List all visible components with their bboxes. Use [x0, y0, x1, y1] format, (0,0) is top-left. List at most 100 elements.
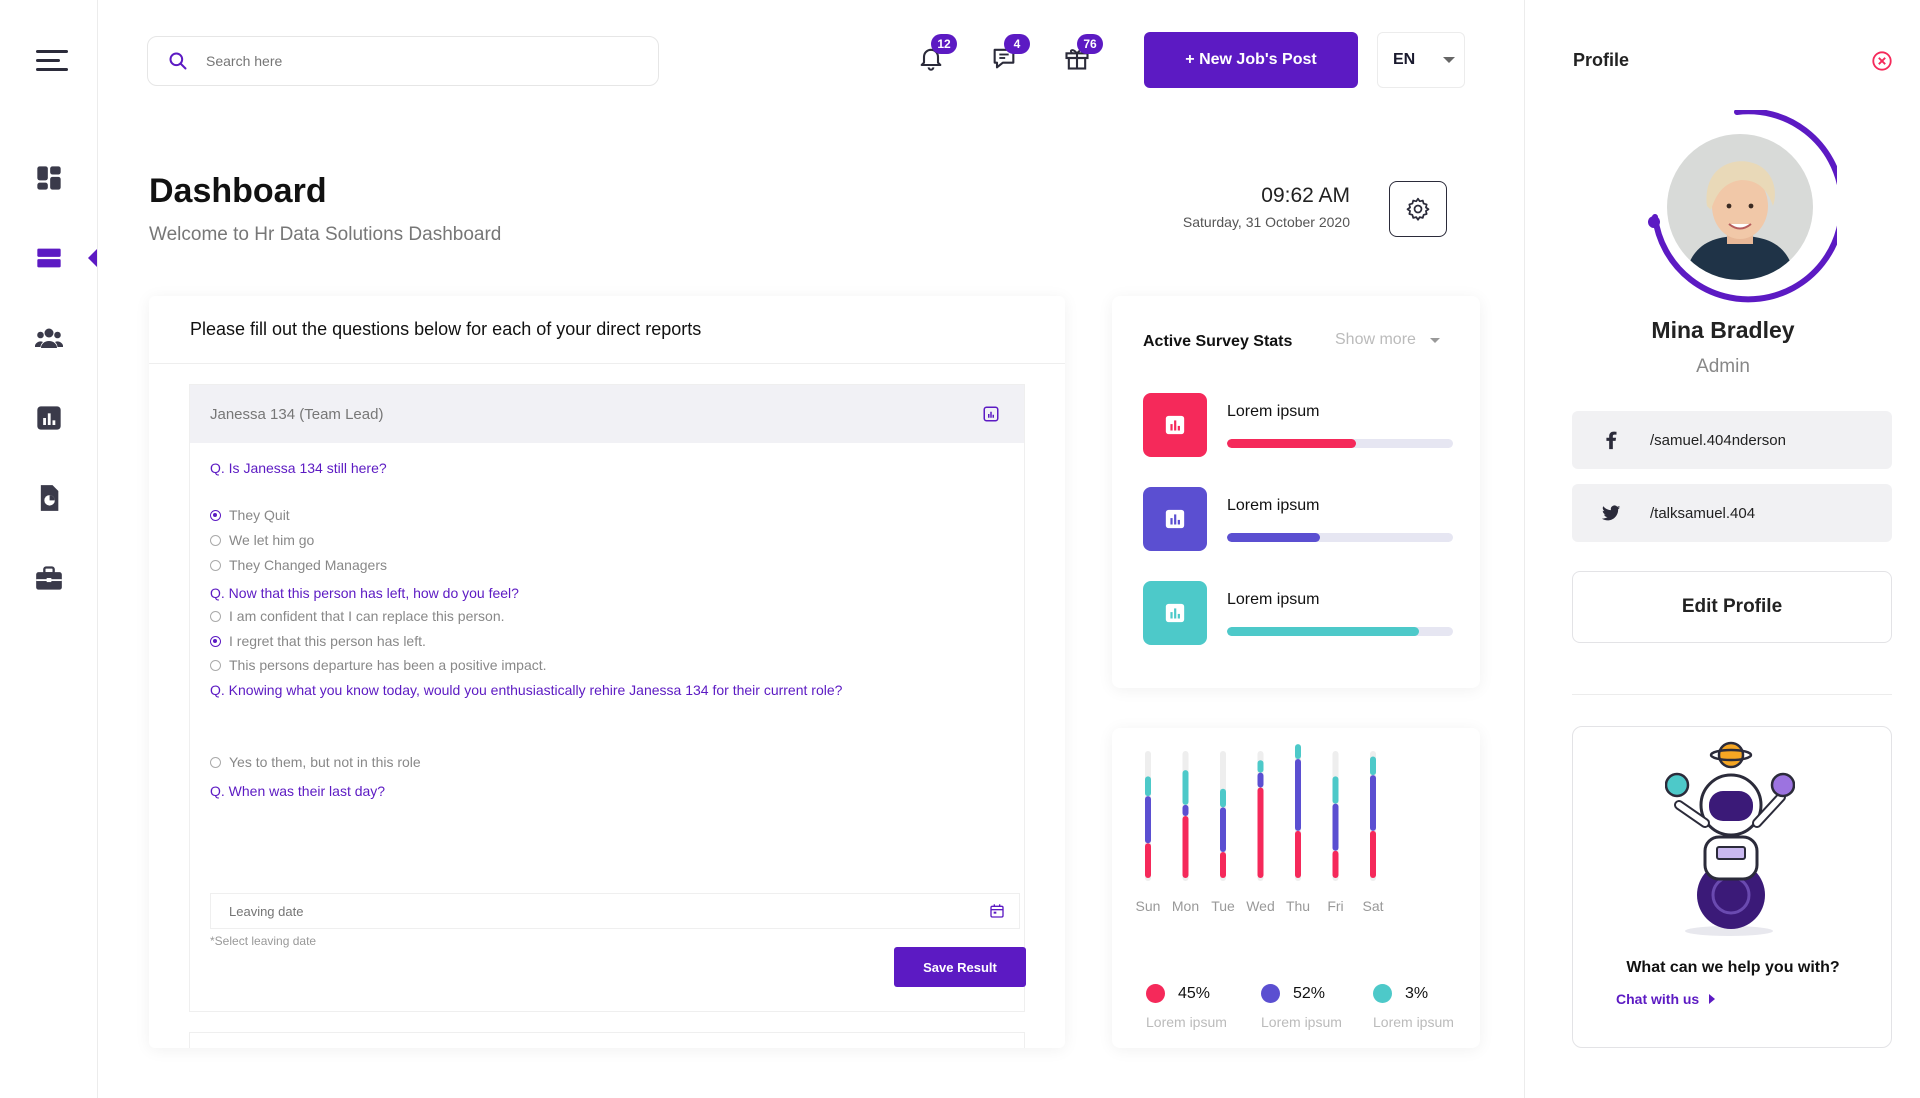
q2-option-3[interactable]: This persons departure has been a positi… [210, 657, 547, 673]
nav-users-icon[interactable] [34, 323, 64, 353]
legend-dot [1261, 984, 1280, 1003]
x-tick-label: Fri [1327, 898, 1343, 914]
gear-icon [1406, 197, 1430, 221]
chevron-right-icon [1709, 994, 1716, 1004]
option-label: This persons departure has been a positi… [229, 657, 547, 673]
option-label: Yes to them, but not in this role [229, 754, 421, 770]
nav-briefcase-icon[interactable] [34, 563, 64, 593]
nav-list-icon[interactable] [34, 243, 64, 273]
app-root: 12 4 76 + New Job's Post EN Dashboard We… [0, 0, 1920, 1098]
leaving-date-input[interactable] [229, 903, 829, 919]
settings-button[interactable] [1389, 181, 1447, 237]
stat-chart-icon [1143, 487, 1207, 551]
legend-dot [1146, 984, 1165, 1003]
radio[interactable] [210, 756, 221, 768]
option-label: I am confident that I can replace this p… [229, 608, 505, 624]
legend-name: Lorem ipsum [1146, 1014, 1227, 1030]
profile-name: Mina Bradley [1651, 317, 1795, 343]
stat-progress-track [1227, 533, 1453, 542]
weekly-chart-card: Sun Mon Tue Wed Thu Fri Sat 45% Lorem ipsum 52… [1112, 728, 1480, 1048]
q2-option-1[interactable]: I am confident that I can replace this p… [210, 608, 505, 624]
search-input[interactable] [206, 53, 606, 69]
current-date: Saturday, 31 October 2020 [1182, 214, 1350, 230]
new-job-post-button[interactable]: + New Job's Post [1144, 32, 1358, 88]
chevron-down-icon [1443, 57, 1456, 63]
radio[interactable] [210, 610, 221, 622]
legend-percent: 45% [1178, 985, 1211, 1002]
nav-report-icon[interactable] [34, 483, 64, 513]
weekly-bar-chart: Sun Mon Tue Wed Thu Fri Sat [1136, 744, 1384, 914]
messages-button[interactable]: 4 [990, 34, 1030, 74]
legend-dot [1373, 984, 1392, 1003]
messages-badge: 4 [1004, 34, 1030, 54]
option-label: We let him go [229, 532, 315, 548]
legend-percent: 52% [1293, 985, 1326, 1002]
edit-profile-button[interactable]: Edit Profile [1572, 571, 1892, 643]
next-report-form [189, 1032, 1025, 1048]
stat-row-1: Lorem ipsum [1143, 393, 1453, 457]
left-sidebar [0, 0, 98, 1098]
twitter-link[interactable]: /talksamuel.404 [1572, 484, 1892, 542]
gifts-button[interactable]: 76 [1063, 34, 1103, 74]
question-1: Q. Is Janessa 134 still here? [210, 460, 387, 476]
divider [1572, 694, 1892, 695]
q1-option-1[interactable]: They Quit [210, 507, 290, 523]
language-select[interactable]: EN [1377, 32, 1465, 88]
q1-option-2[interactable]: We let him go [210, 532, 314, 548]
stat-chart-icon [1143, 393, 1207, 457]
radio[interactable] [210, 659, 221, 671]
q3-option-1[interactable]: Yes to them, but not in this role [210, 754, 421, 770]
chart-icon[interactable] [982, 405, 1000, 423]
chat-link-label: Chat with us [1616, 991, 1700, 1007]
radio[interactable] [210, 534, 221, 546]
twitter-icon [1601, 505, 1621, 521]
chat-with-us-link[interactable]: Chat with us [1616, 991, 1716, 1007]
save-result-button[interactable]: Save Result [894, 947, 1026, 987]
employee-name: Janessa 134 (Team Lead) [210, 405, 384, 423]
option-label: They Changed Managers [229, 557, 387, 573]
survey-form: Janessa 134 (Team Lead) Q. Is Janessa 13… [189, 384, 1026, 1012]
profile-role: Admin [1696, 356, 1750, 377]
avatar [1667, 134, 1813, 280]
page-title: Dashboard [149, 172, 327, 210]
facebook-link[interactable]: /samuel.404nderson [1572, 411, 1892, 469]
show-more-dropdown[interactable]: Show more [1335, 331, 1440, 349]
employee-bar: Janessa 134 (Team Lead) [190, 385, 1024, 443]
radio-checked[interactable] [210, 635, 221, 647]
survey-stats-card: Active Survey Stats Show more Lorem ipsu… [1112, 296, 1480, 688]
language-value: EN [1393, 51, 1416, 68]
notifications-button[interactable]: 12 [917, 34, 957, 74]
survey-heading: Please fill out the questions below for … [149, 296, 1065, 364]
search-bar[interactable] [147, 36, 659, 86]
radio[interactable] [210, 559, 221, 571]
stat-progress-track [1227, 627, 1453, 636]
question-2: Q. Now that this person has left, how do… [210, 585, 519, 601]
question-4: Q. When was their last day? [210, 783, 386, 799]
stat-progress-fill [1227, 439, 1356, 448]
calendar-icon[interactable] [989, 903, 1005, 919]
show-more-label: Show more [1335, 331, 1416, 348]
menu-toggle-icon[interactable] [36, 50, 68, 72]
stat-label: Lorem ipsum [1227, 591, 1320, 608]
stat-label: Lorem ipsum [1227, 497, 1320, 514]
leaving-date-hint: *Select leaving date [210, 934, 317, 948]
twitter-handle: /talksamuel.404 [1650, 504, 1756, 522]
x-tick-label: Sun [1136, 898, 1161, 914]
avatar-progress-ring [1637, 108, 1846, 306]
nav-dashboard-icon[interactable] [34, 163, 64, 193]
x-tick-label: Sat [1362, 898, 1383, 914]
chevron-down-icon [1429, 337, 1440, 343]
q1-option-3[interactable]: They Changed Managers [210, 557, 387, 573]
x-tick-label: Mon [1172, 898, 1199, 914]
stat-row-2: Lorem ipsum [1143, 487, 1453, 551]
page-subtitle: Welcome to Hr Data Solutions Dashboard [149, 224, 502, 245]
gifts-badge: 76 [1077, 34, 1103, 54]
q2-option-2[interactable]: I regret that this person has left. [210, 633, 426, 649]
nav-bar-chart-icon[interactable] [34, 403, 64, 433]
radio-checked[interactable] [210, 509, 221, 521]
search-icon [169, 52, 187, 70]
x-tick-label: Thu [1286, 898, 1310, 914]
close-icon[interactable] [1871, 50, 1893, 72]
legend-name: Lorem ipsum [1373, 1014, 1454, 1030]
leaving-date-field[interactable] [210, 893, 1020, 929]
